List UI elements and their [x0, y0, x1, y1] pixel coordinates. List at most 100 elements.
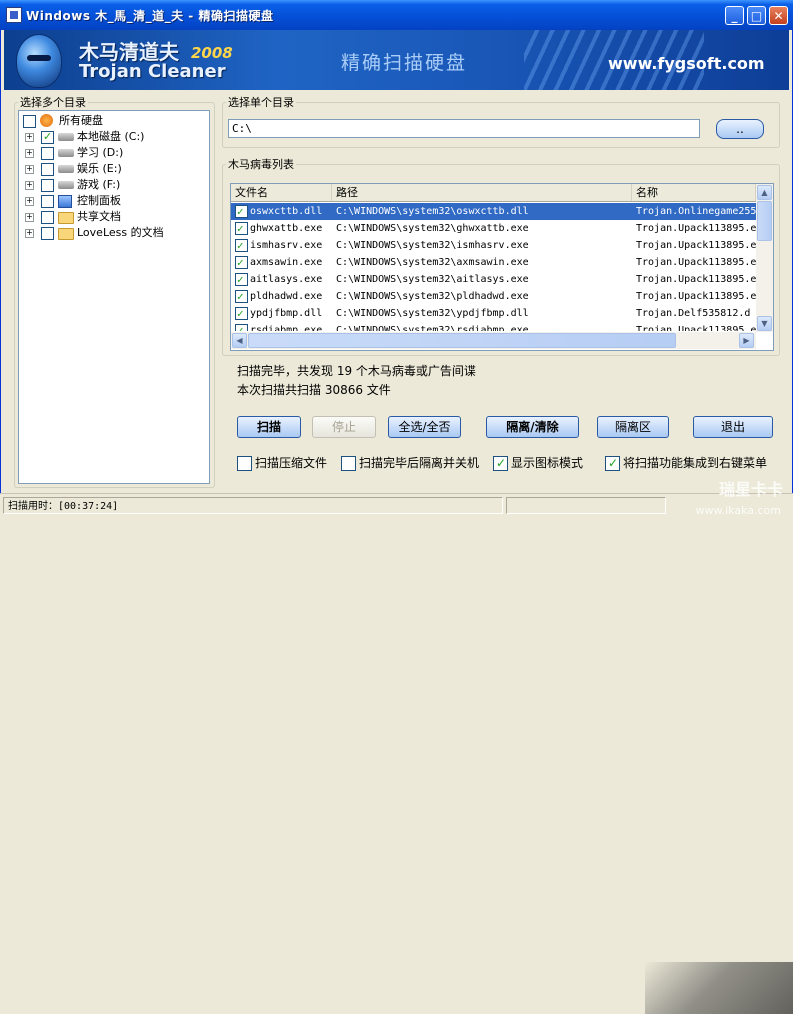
- vertical-scroll-thumb[interactable]: [757, 201, 772, 241]
- row-checkbox[interactable]: [235, 254, 248, 271]
- table-row[interactable]: ypdjfbmp.dll C:\WINDOWS\system32\ypdjfbmp…: [231, 305, 756, 322]
- row-checkbox[interactable]: [235, 220, 248, 237]
- drive-icon: [58, 133, 74, 141]
- trojan-cleaner-logo-icon: [16, 34, 62, 88]
- tree-checkbox[interactable]: [41, 195, 54, 208]
- horizontal-scrollbar[interactable]: ◀ ▶: [231, 332, 756, 349]
- stop-button[interactable]: 停止: [312, 416, 376, 438]
- tree-item-label: 所有硬盘: [59, 114, 103, 127]
- single-dir-label: 选择单个目录: [226, 94, 296, 110]
- cell-name: Trojan.Upack113895.e: [636, 325, 756, 331]
- column-header-file[interactable]: 文件名: [231, 184, 332, 201]
- folder-icon: [58, 228, 74, 240]
- tree-checkbox[interactable]: [41, 211, 54, 224]
- tree-checkbox[interactable]: [41, 129, 54, 145]
- row-checkbox[interactable]: [235, 305, 248, 322]
- option-checkbox[interactable]: [237, 456, 252, 471]
- minimize-button[interactable]: _: [725, 6, 744, 25]
- table-row[interactable]: rsdiabmp.exe C:\WINDOWS\system32\rsdiabmp…: [231, 322, 756, 331]
- table-row[interactable]: pldhadwd.exe C:\WINDOWS\system32\pldhadwd…: [231, 288, 756, 305]
- row-checkbox[interactable]: [235, 203, 248, 220]
- scan-file-count: 本次扫描共扫描 30866 文件: [237, 383, 391, 397]
- expand-icon[interactable]: +: [25, 197, 34, 206]
- horizontal-scroll-thumb[interactable]: [248, 333, 676, 348]
- tree-checkbox[interactable]: [23, 115, 36, 128]
- table-row[interactable]: axmsawin.exe C:\WINDOWS\system32\axmsawin…: [231, 254, 756, 271]
- tree-item-label: 游戏 (F:): [77, 178, 121, 191]
- tree-checkbox[interactable]: [41, 179, 54, 192]
- cell-name: Trojan.Upack113895.e: [636, 240, 756, 251]
- column-header-name[interactable]: 名称: [632, 184, 756, 201]
- cell-file: ypdjfbmp.dll: [250, 308, 323, 319]
- row-checkbox[interactable]: [235, 288, 248, 305]
- scan-button[interactable]: 扫描: [237, 416, 301, 438]
- window-title: Windows 木_馬_清_道_夫 - 精确扫描硬盘: [26, 9, 274, 23]
- scroll-left-icon[interactable]: ◀: [232, 333, 247, 348]
- maximize-button[interactable]: □: [747, 6, 766, 25]
- quarantine-button[interactable]: 隔离区: [597, 416, 669, 438]
- expand-icon[interactable]: +: [25, 229, 34, 238]
- tree-checkbox[interactable]: [41, 227, 54, 240]
- exit-button[interactable]: 退出: [693, 416, 773, 438]
- table-row[interactable]: oswxcttb.dll C:\WINDOWS\system32\oswxcttb…: [231, 203, 756, 220]
- single-dir-input[interactable]: [228, 119, 700, 138]
- scroll-right-icon[interactable]: ▶: [739, 333, 754, 348]
- close-button[interactable]: ✕: [769, 6, 788, 25]
- expand-icon[interactable]: +: [25, 165, 34, 174]
- cell-file: axmsawin.exe: [250, 257, 323, 268]
- app-icon[interactable]: [6, 7, 22, 23]
- cell-path: C:\WINDOWS\system32\ghwxattb.exe: [336, 223, 529, 234]
- option-checkbox[interactable]: [605, 455, 620, 471]
- cell-file: rsdiabmp.exe: [250, 325, 323, 331]
- all-drives-icon: [40, 114, 53, 127]
- row-checkbox[interactable]: [235, 237, 248, 254]
- directory-tree[interactable]: 所有硬盘 + 本地磁盘 (C:) + 学习 (D:) + 娱乐 (E:) + 游戏 (F:) + 控…: [18, 110, 210, 484]
- table-row[interactable]: ghwxattb.exe C:\WINDOWS\system32\ghwxattb…: [231, 220, 756, 237]
- option-checkbox[interactable]: [341, 456, 356, 471]
- cell-path: C:\WINDOWS\system32\axmsawin.exe: [336, 257, 529, 268]
- tree-checkbox[interactable]: [41, 147, 54, 160]
- tree-item-label: 共享文档: [77, 210, 121, 223]
- expand-icon[interactable]: +: [25, 133, 34, 142]
- banner-page-title: 精确扫描硬盘: [341, 52, 468, 74]
- select-all-button[interactable]: 全选/全否: [388, 416, 461, 438]
- expand-icon[interactable]: +: [25, 213, 34, 222]
- watermark-badge: [645, 962, 793, 1014]
- browse-button[interactable]: ..: [716, 119, 764, 139]
- tree-item-label: 娱乐 (E:): [77, 162, 122, 175]
- cell-name: Trojan.Delf535812.d: [636, 308, 751, 319]
- status-bar: 扫描用时：[00:37:24]: [0, 493, 793, 1014]
- title-bar[interactable]: Windows 木_馬_清_道_夫 - 精确扫描硬盘 _ □ ✕: [0, 0, 793, 30]
- cell-path: C:\WINDOWS\system32\ismhasrv.exe: [336, 240, 529, 251]
- cell-path: C:\WINDOWS\system32\pldhadwd.exe: [336, 291, 529, 302]
- trojan-list-label: 木马病毒列表: [226, 156, 296, 172]
- brand-name-en: Trojan Cleaner: [79, 61, 226, 82]
- option-checkbox[interactable]: [493, 455, 508, 471]
- trojan-list[interactable]: 文件名 路径 名称 oswxcttb.dll C:\WINDOWS\system3…: [230, 183, 774, 351]
- scroll-down-icon[interactable]: ▼: [757, 316, 772, 331]
- tree-item-label: 学习 (D:): [77, 146, 124, 159]
- tree-item-label: LoveLess 的文档: [77, 226, 164, 239]
- cell-path: C:\WINDOWS\system32\ypdjfbmp.dll: [336, 308, 529, 319]
- list-header: 文件名 路径 名称: [231, 184, 756, 202]
- cell-name: Trojan.Upack113895.e: [636, 223, 756, 234]
- cell-name: Trojan.Upack113895.e: [636, 274, 756, 285]
- scroll-up-icon[interactable]: ▲: [757, 185, 772, 200]
- watermark-url: www.ikaka.com: [695, 504, 781, 517]
- watermark-logo: 瑞星卡卡: [718, 480, 783, 499]
- row-checkbox[interactable]: [235, 322, 248, 331]
- vertical-scrollbar[interactable]: ▲ ▼: [756, 184, 773, 332]
- column-header-path[interactable]: 路径: [332, 184, 632, 201]
- drive-icon: [58, 149, 74, 157]
- expand-icon[interactable]: +: [25, 181, 34, 190]
- table-row[interactable]: aitlasys.exe C:\WINDOWS\system32\aitlasys…: [231, 271, 756, 288]
- row-checkbox[interactable]: [235, 271, 248, 288]
- isolate-clean-button[interactable]: 隔离/清除: [486, 416, 579, 438]
- expand-icon[interactable]: +: [25, 149, 34, 158]
- cell-path: C:\WINDOWS\system32\oswxcttb.dll: [336, 206, 529, 217]
- cell-file: ghwxattb.exe: [250, 223, 323, 234]
- drive-icon: [58, 165, 74, 173]
- brand-version: 2008: [191, 44, 233, 62]
- tree-checkbox[interactable]: [41, 163, 54, 176]
- table-row[interactable]: ismhasrv.exe C:\WINDOWS\system32\ismhasrv…: [231, 237, 756, 254]
